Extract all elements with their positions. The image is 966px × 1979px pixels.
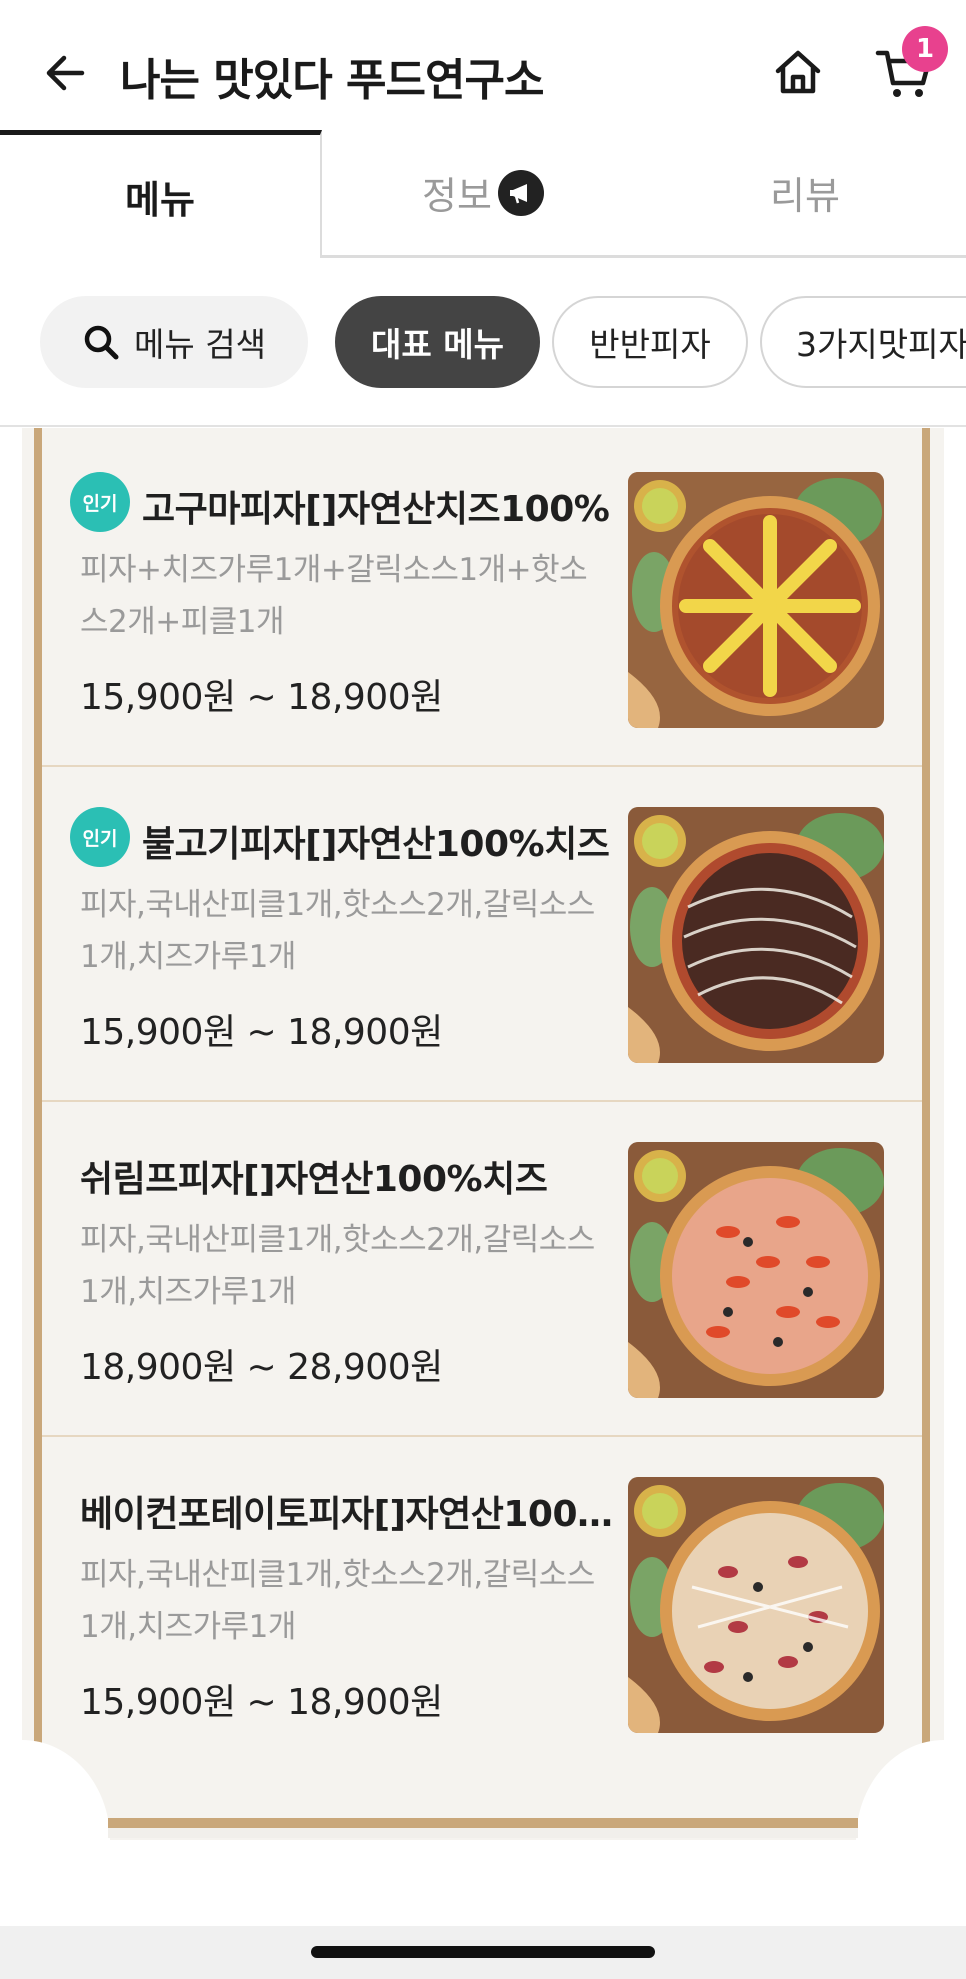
store-tabs: 메뉴 정보 리뷰 bbox=[0, 130, 966, 258]
chip-label: 대표 메뉴 bbox=[371, 325, 504, 364]
megaphone-icon bbox=[497, 169, 544, 216]
chip-label: 3가지맛피자 bbox=[796, 325, 966, 364]
chip-label: 반반피자 bbox=[589, 325, 711, 364]
chip-representative-menu[interactable]: 대표 메뉴 bbox=[335, 296, 540, 388]
menu-board-border-bottom bbox=[108, 1818, 858, 1828]
menu-item-price: 15,900원 ~ 18,900원 bbox=[80, 1682, 443, 1723]
search-icon bbox=[82, 323, 120, 361]
menu-item-photo bbox=[628, 1477, 884, 1733]
category-chips: 메뉴 검색 대표 메뉴 반반피자 3가지맛피자 bbox=[0, 296, 966, 390]
menu-item-description: 피자,국내산피클1개,핫소스2개,갈릭소스1개,치즈가루1개 bbox=[80, 1222, 595, 1310]
home-button[interactable] bbox=[770, 44, 826, 100]
menu-item-photo bbox=[628, 807, 884, 1063]
tab-review-label: 리뷰 bbox=[770, 174, 840, 218]
menu-item-name: 불고기피자[]자연산100%치즈 bbox=[142, 824, 610, 865]
menu-item-name: 고구마피자[]자연산치즈100% bbox=[142, 489, 610, 530]
menu-item-name: 쉬림프피자[]자연산100%치즈 bbox=[80, 1159, 548, 1200]
home-icon bbox=[775, 50, 821, 94]
menu-board-border-left bbox=[34, 428, 42, 1826]
menu-item-photo bbox=[628, 1142, 884, 1398]
menu-item-description: 피자,국내산피클1개,핫소스2개,갈릭소스1개,치즈가루1개 bbox=[80, 887, 595, 975]
chips-divider bbox=[0, 425, 966, 427]
back-arrow-icon bbox=[46, 55, 85, 91]
menu-item-price: 15,900원 ~ 18,900원 bbox=[80, 677, 443, 718]
home-indicator bbox=[311, 1946, 655, 1958]
menu-item-name: 베이컨포테이토피자[]자연산100%치즈 bbox=[80, 1494, 640, 1535]
menu-search-label: 메뉴 검색 bbox=[134, 325, 266, 364]
menu-item-price: 15,900원 ~ 18,900원 bbox=[80, 1012, 443, 1053]
chip-half-half-pizza[interactable]: 반반피자 bbox=[552, 296, 748, 388]
tab-info[interactable]: 정보 bbox=[322, 130, 644, 258]
menu-board-border-right bbox=[922, 428, 930, 1826]
menu-list: 인기 고구마피자[]자연산치즈100% 피자+치즈가루1개+갈릭소스1개+핫소스… bbox=[42, 432, 922, 1772]
tab-info-label: 정보 bbox=[422, 174, 492, 218]
store-title: 나는 맛있다 푸드연구소 bbox=[120, 55, 544, 106]
menu-item[interactable]: 인기 불고기피자[]자연산100%치즈 피자,국내산피클1개,핫소스2개,갈릭소… bbox=[42, 767, 922, 1102]
app-header: 나는 맛있다 푸드연구소 1 bbox=[0, 0, 966, 130]
back-button[interactable] bbox=[38, 46, 92, 100]
menu-item-description: 피자+치즈가루1개+갈릭소스1개+핫소스2개+피클1개 bbox=[80, 552, 588, 640]
menu-board-paper-edge bbox=[108, 1828, 858, 1838]
menu-item-price: 18,900원 ~ 28,900원 bbox=[80, 1347, 443, 1388]
menu-item[interactable]: 베이컨포테이토피자[]자연산100%치즈 피자,국내산피클1개,핫소스2개,갈릭… bbox=[42, 1437, 922, 1772]
popular-badge: 인기 bbox=[70, 807, 130, 867]
menu-item-photo bbox=[628, 472, 884, 728]
menu-item[interactable]: 쉬림프피자[]자연산100%치즈 피자,국내산피클1개,핫소스2개,갈릭소스1개… bbox=[42, 1102, 922, 1437]
menu-item[interactable]: 인기 고구마피자[]자연산치즈100% 피자+치즈가루1개+갈릭소스1개+핫소스… bbox=[42, 432, 922, 767]
tab-menu[interactable]: 메뉴 bbox=[0, 130, 322, 258]
chip-three-flavor-pizza[interactable]: 3가지맛피자 bbox=[760, 296, 966, 388]
tab-menu-label: 메뉴 bbox=[125, 178, 195, 222]
tab-review[interactable]: 리뷰 bbox=[644, 130, 966, 258]
menu-item-description: 피자,국내산피클1개,핫소스2개,갈릭소스1개,치즈가루1개 bbox=[80, 1557, 595, 1645]
menu-search-button[interactable]: 메뉴 검색 bbox=[40, 296, 308, 388]
popular-badge: 인기 bbox=[70, 472, 130, 532]
cart-count-badge: 1 bbox=[902, 26, 948, 72]
